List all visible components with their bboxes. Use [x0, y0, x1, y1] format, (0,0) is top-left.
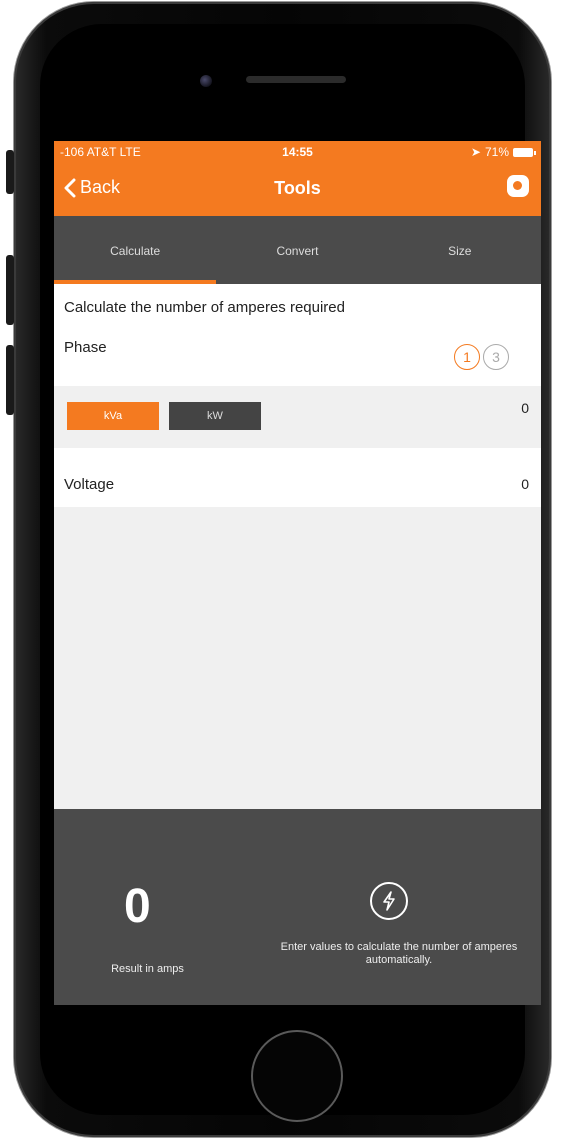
- status-bar: -106 AT&T LTE 14:55 ➤ 71%: [54, 141, 541, 163]
- result-label: Result in amps: [111, 963, 184, 975]
- result-hint: Enter values to calculate the number of …: [280, 941, 518, 966]
- voltage-value-input[interactable]: 0: [521, 476, 529, 492]
- status-time: 14:55: [282, 145, 313, 159]
- result-panel: 0 Result in amps Enter values to calcula…: [54, 809, 541, 1005]
- voltage-label: Voltage: [64, 476, 115, 493]
- phase-label: Phase: [64, 339, 107, 356]
- tab-bar: Calculate Convert Size: [54, 216, 541, 284]
- power-value-input[interactable]: 0: [521, 400, 529, 416]
- front-camera: [200, 75, 212, 87]
- earpiece-speaker: [246, 76, 346, 83]
- battery-percent: 71%: [484, 145, 509, 159]
- battery-icon: [513, 147, 536, 157]
- volume-up-button: [6, 255, 14, 325]
- lightning-bolt-icon: [370, 882, 408, 920]
- power-row: kVa kW 0: [54, 386, 541, 448]
- location-icon: ➤: [470, 145, 481, 159]
- app-logo-icon[interactable]: [507, 175, 529, 197]
- navigation-bar: Back Tools: [54, 163, 541, 216]
- status-right: ➤ 71%: [470, 145, 536, 159]
- mute-switch: [6, 150, 14, 194]
- unit-kw-button[interactable]: kW: [169, 402, 261, 430]
- unit-kva-button[interactable]: kVa: [67, 402, 159, 430]
- volume-down-button: [6, 345, 14, 415]
- tab-convert[interactable]: Convert: [216, 216, 378, 284]
- empty-area: [54, 507, 541, 813]
- tab-size[interactable]: Size: [379, 216, 541, 284]
- phase-row: Phase 1 3: [54, 329, 541, 386]
- home-button[interactable]: [251, 1030, 343, 1122]
- app-screen: -106 AT&T LTE 14:55 ➤ 71% Back Tools Cal…: [54, 141, 541, 1005]
- phase-option-3[interactable]: 3: [483, 344, 509, 370]
- page-title: Tools: [274, 178, 321, 198]
- form-heading: Calculate the number of amperes required: [54, 284, 541, 329]
- result-value: 0: [124, 880, 151, 933]
- tab-calculate[interactable]: Calculate: [54, 216, 217, 284]
- phase-option-1[interactable]: 1: [454, 344, 480, 370]
- voltage-row: Voltage 0: [54, 448, 541, 507]
